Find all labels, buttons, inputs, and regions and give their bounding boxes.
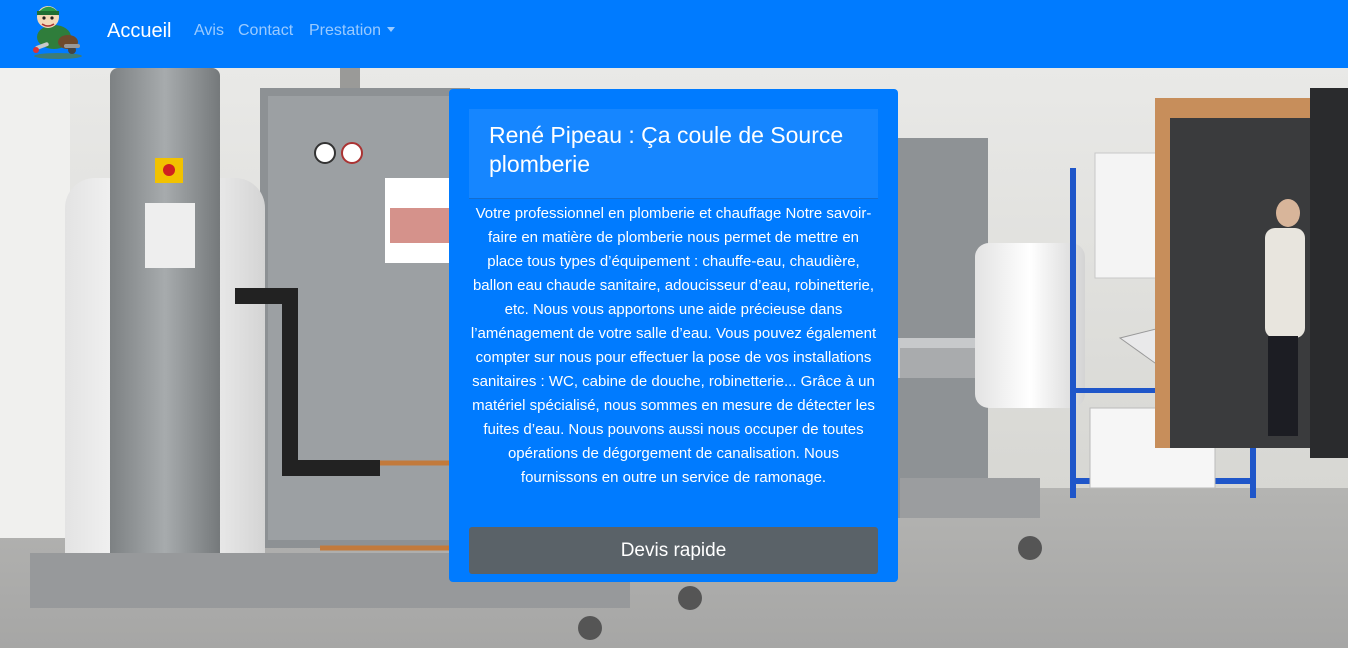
card-description: Votre professionnel en plomberie et chau… xyxy=(470,205,877,486)
card-header: René Pipeau : Ça coule de Source plomber… xyxy=(469,109,878,199)
nav-dropdown-prestation-label: Prestation xyxy=(309,22,382,39)
hero-card: René Pipeau : Ça coule de Source plomber… xyxy=(449,89,898,582)
quote-request-button[interactable]: Devis rapide xyxy=(469,527,878,574)
brand-home-link[interactable]: Accueil xyxy=(107,18,171,44)
nav-link-contact[interactable]: Contact xyxy=(238,21,293,41)
page-title: René Pipeau : Ça coule de Source plomber… xyxy=(489,122,844,177)
chevron-down-icon xyxy=(387,27,396,32)
navbar: Accueil Avis Contact Prestation xyxy=(0,0,1348,68)
plumber-mascot-icon[interactable] xyxy=(28,0,88,62)
nav-dropdown-prestation[interactable]: Prestation xyxy=(309,21,396,41)
nav-link-avis[interactable]: Avis xyxy=(194,21,224,41)
